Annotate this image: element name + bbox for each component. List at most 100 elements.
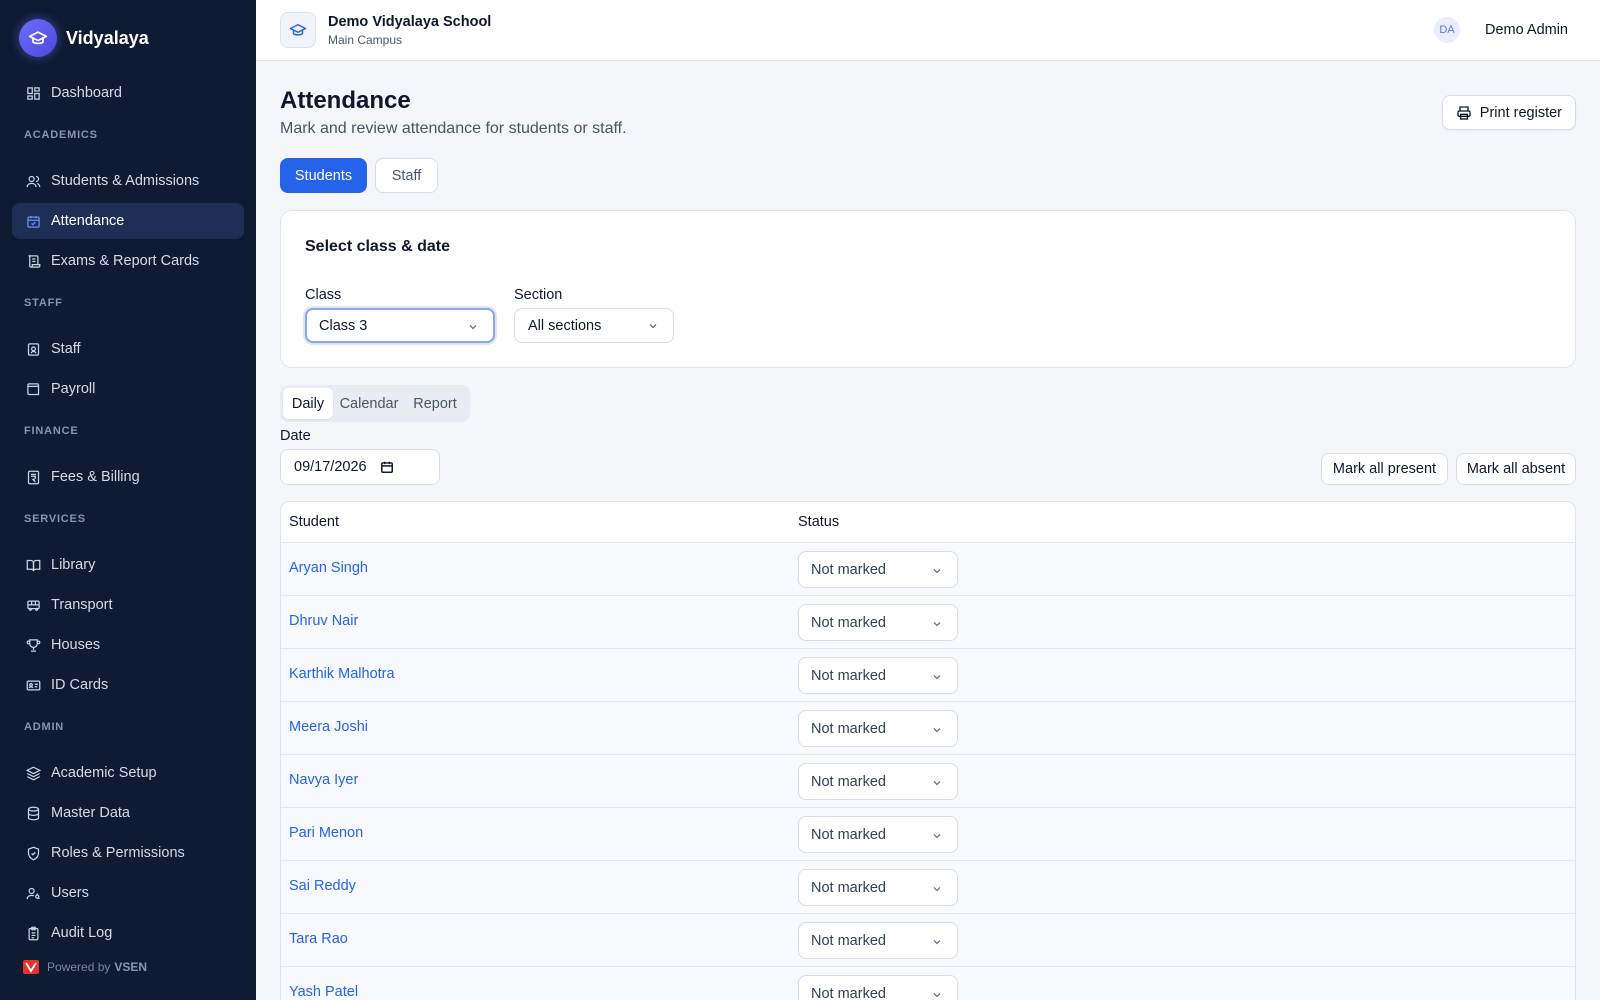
- tab-calendar[interactable]: Calendar: [337, 388, 401, 419]
- status-select[interactable]: Not marked: [798, 763, 958, 800]
- sidebar-item-idcards[interactable]: ID Cards: [12, 667, 244, 703]
- tab-daily[interactable]: Daily: [283, 388, 333, 419]
- sidebar-item-label: Dashboard: [51, 85, 122, 101]
- status-value: Not marked: [811, 879, 886, 896]
- sidebar-section-academics: ACADEMICS: [24, 129, 98, 141]
- section-select[interactable]: All sections: [514, 308, 674, 343]
- student-name-link[interactable]: Tara Rao: [289, 931, 348, 947]
- view-tabs: Daily Calendar Report: [280, 385, 470, 422]
- mark-all-absent-button[interactable]: Mark all absent: [1456, 453, 1576, 485]
- sidebar-item-exams[interactable]: Exams & Report Cards: [12, 243, 244, 279]
- section-select-value: All sections: [528, 317, 602, 334]
- status-select[interactable]: Not marked: [798, 710, 958, 747]
- status-select[interactable]: Not marked: [798, 816, 958, 853]
- table-row: Aryan Singh Not marked: [281, 543, 1575, 596]
- sidebar-item-staff[interactable]: Staff: [12, 331, 244, 367]
- sidebar-item-students[interactable]: Students & Admissions: [12, 163, 244, 199]
- sidebar-section-staff: STAFF: [24, 297, 63, 309]
- sidebar-item-transport[interactable]: Transport: [12, 587, 244, 623]
- status-select[interactable]: Not marked: [798, 975, 958, 1000]
- sidebar-item-label: Staff: [51, 341, 81, 357]
- chevron-down-icon: [933, 675, 941, 680]
- chevron-down-icon: [469, 325, 477, 330]
- table-row: Navya Iyer Not marked: [281, 755, 1575, 808]
- student-name-link[interactable]: Yash Patel: [289, 984, 358, 1000]
- table-row: Sai Reddy Not marked: [281, 861, 1575, 914]
- chevron-down-icon: [933, 940, 941, 945]
- class-label: Class: [305, 287, 342, 303]
- segment-students[interactable]: Students: [280, 158, 367, 193]
- status-value: Not marked: [811, 773, 886, 790]
- status-select[interactable]: Not marked: [798, 922, 958, 959]
- chevron-down-icon: [933, 887, 941, 892]
- book-open-icon: [25, 557, 41, 573]
- sidebar-item-label: Academic Setup: [51, 765, 157, 781]
- school-badge[interactable]: [280, 12, 316, 48]
- brand-name: Vidyalaya: [66, 27, 149, 48]
- student-name-link[interactable]: Navya Iyer: [289, 772, 358, 788]
- sidebar-item-library[interactable]: Library: [12, 547, 244, 583]
- trophy-icon: [25, 637, 41, 653]
- sidebar-item-label: Audit Log: [51, 925, 113, 941]
- status-value: Not marked: [811, 561, 886, 578]
- avatar[interactable]: DA: [1434, 17, 1460, 43]
- sidebar-item-label: Attendance: [51, 213, 125, 229]
- status-value: Not marked: [811, 614, 886, 631]
- status-select[interactable]: Not marked: [798, 551, 958, 588]
- brand[interactable]: Vidyalaya: [19, 19, 149, 57]
- sidebar-item-label: Users: [51, 885, 89, 901]
- student-name-link[interactable]: Karthik Malhotra: [289, 666, 395, 682]
- status-value: Not marked: [811, 826, 886, 843]
- status-select[interactable]: Not marked: [798, 869, 958, 906]
- sidebar-section-services: SERVICES: [24, 513, 86, 525]
- page-title: Attendance: [280, 87, 411, 114]
- sidebar-item-houses[interactable]: Houses: [12, 627, 244, 663]
- sidebar-item-label: Roles & Permissions: [51, 845, 185, 861]
- clipboard-list-icon: [25, 925, 41, 941]
- student-name-link[interactable]: Sai Reddy: [289, 878, 356, 894]
- class-select[interactable]: Class 3: [305, 308, 495, 343]
- wallet-icon: [25, 381, 41, 397]
- chevron-down-icon: [933, 569, 941, 574]
- student-name-link[interactable]: Dhruv Nair: [289, 613, 358, 629]
- scroll-icon: [25, 253, 41, 269]
- calendar-icon[interactable]: [380, 460, 394, 474]
- badge-icon: [25, 341, 41, 357]
- student-name-link[interactable]: Meera Joshi: [289, 719, 368, 735]
- status-select[interactable]: Not marked: [798, 657, 958, 694]
- sidebar-section-admin: ADMIN: [24, 721, 65, 733]
- status-value: Not marked: [811, 932, 886, 949]
- sidebar: Vidyalaya Dashboard ACADEMICS Students &…: [0, 0, 256, 1000]
- sidebar-item-payroll[interactable]: Payroll: [12, 371, 244, 407]
- section-label: Section: [514, 287, 563, 303]
- sidebar-item-dashboard[interactable]: Dashboard: [12, 75, 244, 111]
- sidebar-item-master-data[interactable]: Master Data: [12, 795, 244, 831]
- date-input[interactable]: 09/17/2026: [280, 449, 440, 485]
- column-header-student: Student: [289, 514, 339, 530]
- graduation-cap-icon: [289, 24, 307, 36]
- sidebar-item-audit[interactable]: Audit Log: [12, 915, 244, 951]
- tab-report[interactable]: Report: [407, 388, 463, 419]
- status-select[interactable]: Not marked: [798, 604, 958, 641]
- student-name-link[interactable]: Pari Menon: [289, 825, 363, 841]
- sidebar-item-fees[interactable]: Fees & Billing: [12, 459, 244, 495]
- user-name[interactable]: Demo Admin: [1485, 22, 1568, 38]
- sidebar-item-academic-setup[interactable]: Academic Setup: [12, 755, 244, 791]
- database-icon: [25, 805, 41, 821]
- chevron-down-icon: [933, 993, 941, 998]
- print-register-button[interactable]: Print register: [1441, 95, 1576, 130]
- table-row: Yash Patel Not marked: [281, 967, 1575, 1000]
- sidebar-item-label: Students & Admissions: [51, 173, 200, 189]
- sidebar-item-label: Library: [51, 557, 96, 573]
- mark-all-present-button[interactable]: Mark all present: [1321, 453, 1448, 485]
- print-register-label: Print register: [1479, 104, 1562, 121]
- page-subtitle: Mark and review attendance for students …: [280, 120, 627, 137]
- sidebar-item-roles[interactable]: Roles & Permissions: [12, 835, 244, 871]
- sidebar-item-users[interactable]: Users: [12, 875, 244, 911]
- date-value: 09/17/2026: [294, 459, 367, 475]
- segment-staff[interactable]: Staff: [375, 158, 438, 193]
- sidebar-item-attendance[interactable]: Attendance: [12, 203, 244, 239]
- table-row: Tara Rao Not marked: [281, 914, 1575, 967]
- student-name-link[interactable]: Aryan Singh: [289, 560, 368, 576]
- chevron-down-icon: [933, 781, 941, 786]
